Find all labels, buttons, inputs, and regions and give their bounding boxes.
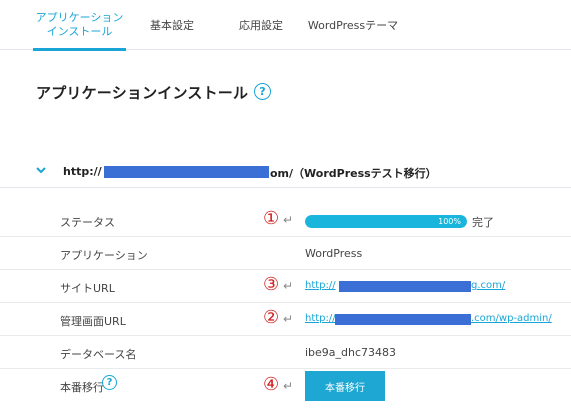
page-title: アプリケーションインストール	[36, 84, 249, 102]
tab-label-line1: アプリケーション	[35, 11, 124, 24]
annotation-marker-1: ①	[263, 208, 280, 229]
tab-label: 基本設定	[150, 19, 194, 32]
admin-url-row: 管理画面URL ② ↵ http:// .com/wp-admin/	[0, 303, 571, 336]
tab-label: 応用設定	[239, 19, 283, 32]
site-section-header[interactable]: http:// om/（WordPressテスト移行）	[0, 156, 571, 188]
install-progress-bar: 100%	[305, 215, 467, 228]
annotation-marker-3: ③	[263, 274, 280, 295]
application-label: アプリケーション	[60, 249, 148, 262]
admin-url-link-suffix[interactable]: .com/wp-admin/	[471, 313, 552, 324]
status-row: ステータス ① ↵ 100% 完了	[0, 204, 571, 237]
annotation-marker-4: ④	[263, 374, 280, 395]
tab-bar: アプリケーション インストール 基本設定 応用設定 WordPressテーマ	[0, 0, 571, 51]
section-url-prefix: http://	[63, 165, 102, 178]
annotation-marker-2: ②	[263, 307, 280, 328]
tab-application-install[interactable]: アプリケーション インストール	[33, 0, 126, 51]
tab-basic-settings[interactable]: 基本設定	[140, 0, 204, 50]
chevron-down-icon[interactable]	[36, 165, 46, 175]
redacted-block	[104, 166, 269, 178]
redacted-block	[335, 314, 471, 325]
progress-percent: 100%	[438, 217, 461, 226]
return-arrow-icon: ↵	[283, 379, 294, 393]
production-migration-label: 本番移行	[60, 381, 104, 394]
status-label: ステータス	[60, 216, 115, 229]
admin-url-link[interactable]: http://	[305, 313, 336, 324]
help-icon[interactable]: ?	[102, 375, 117, 390]
tab-wordpress-theme[interactable]: WordPressテーマ	[302, 0, 404, 50]
section-url-suffix: om/（WordPressテスト移行）	[270, 167, 437, 180]
database-value: ibe9a_dhc73483	[305, 346, 397, 359]
site-url-label: サイトURL	[60, 282, 115, 295]
status-value: 完了	[472, 216, 494, 229]
help-icon[interactable]: ?	[254, 83, 271, 100]
admin-url-label: 管理画面URL	[60, 315, 126, 328]
site-url-link[interactable]: http://	[305, 280, 336, 291]
site-url-link-suffix[interactable]: g.com/	[471, 280, 505, 291]
return-arrow-icon: ↵	[283, 213, 294, 227]
database-row: データベース名 ibe9a_dhc73483	[0, 336, 571, 369]
tab-label-line2: インストール	[46, 25, 113, 38]
tab-advanced-settings[interactable]: 応用設定	[226, 0, 296, 50]
return-arrow-icon: ↵	[283, 312, 294, 326]
application-row: アプリケーション WordPress	[0, 237, 571, 270]
application-value: WordPress	[305, 247, 363, 260]
database-label: データベース名	[60, 348, 137, 361]
production-migration-row: 本番移行 ? ④ ↵ 本番移行	[0, 369, 571, 413]
site-url-row: サイトURL ③ ↵ http:// g.com/	[0, 270, 571, 303]
tab-label: WordPressテーマ	[307, 19, 399, 32]
production-migration-button[interactable]: 本番移行	[305, 371, 385, 401]
return-arrow-icon: ↵	[283, 279, 294, 293]
redacted-block	[339, 281, 471, 292]
